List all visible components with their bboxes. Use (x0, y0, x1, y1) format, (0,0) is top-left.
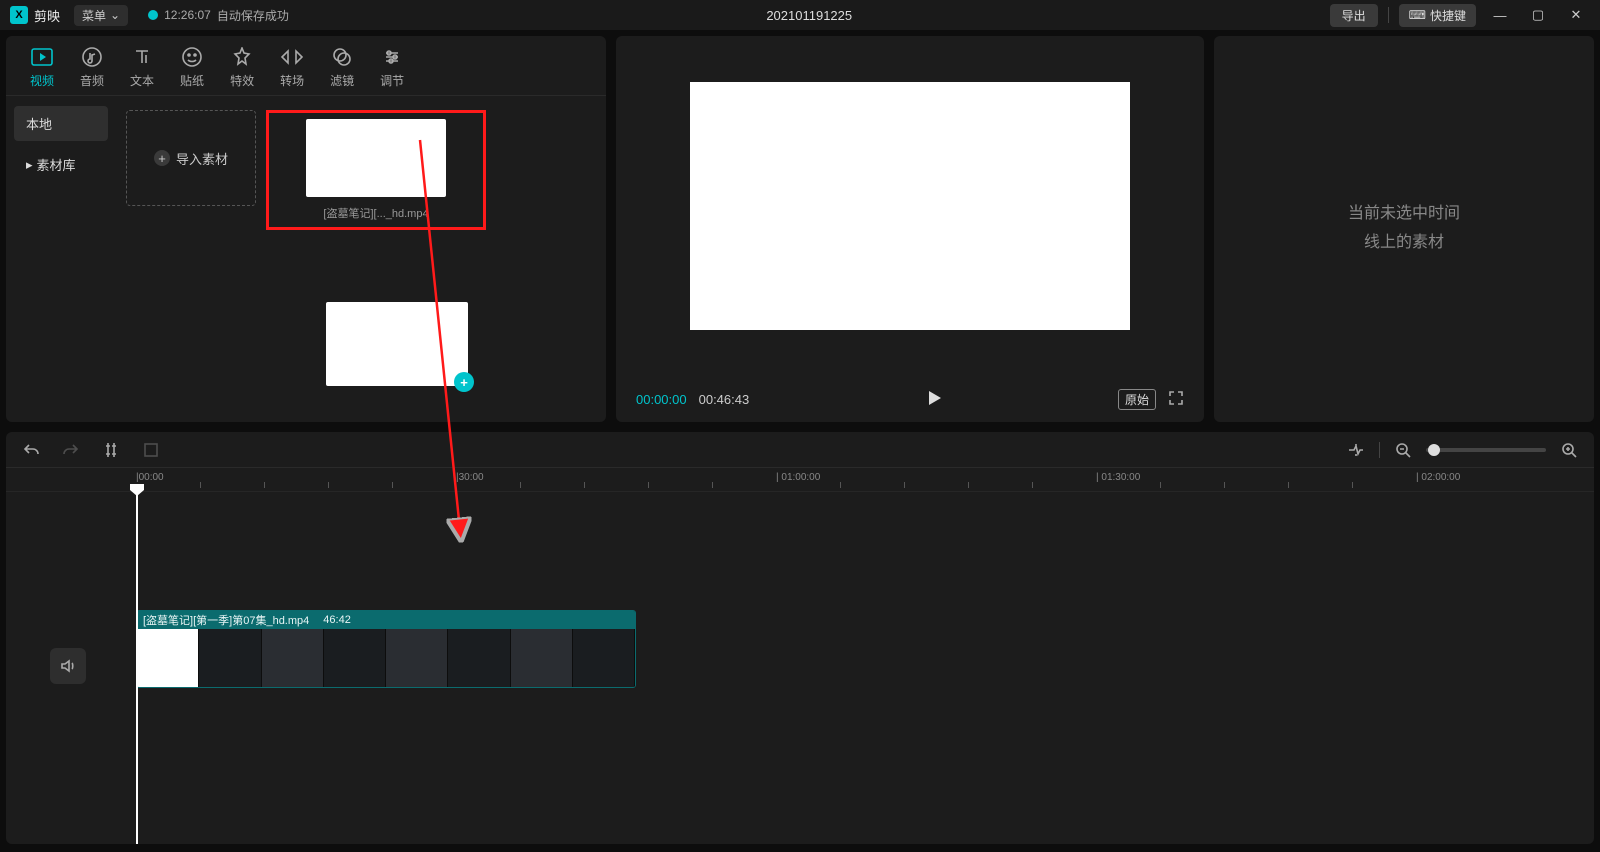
sidebar-library[interactable]: ▸ 素材库 (14, 147, 108, 182)
timeline-clip-header: [盗墓笔记][第一季]第07集_hd.mp4 46:42 (137, 611, 635, 629)
clip-frames (137, 629, 635, 688)
media-panel: 视频 音频 文本 贴纸 特效 转场 (6, 36, 606, 422)
app-name: 剪映 (34, 6, 60, 25)
tab-video[interactable]: 视频 (30, 46, 54, 89)
zoom-slider[interactable] (1426, 448, 1546, 452)
inspector-empty-state: 当前未选中时间 线上的素材 (1214, 36, 1594, 422)
keyboard-icon: ⌨ (1409, 8, 1426, 22)
import-label: 导入素材 (176, 149, 228, 168)
timeline-body[interactable]: [盗墓笔记][第一季]第07集_hd.mp4 46:42 (6, 492, 1594, 844)
blade-tool-button[interactable] (100, 439, 122, 461)
text-icon (131, 46, 153, 68)
video-icon (31, 46, 53, 68)
ruler-mark: | 02:00:00 (1416, 472, 1460, 483)
close-button[interactable]: ✕ (1562, 7, 1590, 23)
clip-thumbnail (306, 119, 446, 197)
playhead[interactable] (136, 492, 138, 844)
chevron-down-icon: ⌄ (110, 8, 120, 22)
tab-text[interactable]: 文本 (130, 46, 154, 89)
clip-duration: 46:42 (323, 614, 351, 626)
add-to-timeline-icon: + (454, 372, 474, 392)
shortcut-label: 快捷键 (1430, 7, 1466, 24)
tab-audio[interactable]: 音频 (80, 46, 104, 89)
track-area[interactable]: [盗墓笔记][第一季]第07集_hd.mp4 46:42 (136, 492, 1584, 844)
snap-toggle[interactable] (1345, 439, 1367, 461)
undo-button[interactable] (20, 439, 42, 461)
menu-label: 菜单 (82, 7, 106, 24)
audio-icon (81, 46, 103, 68)
play-button[interactable] (925, 389, 943, 410)
tab-adjust[interactable]: 调节 (380, 46, 404, 89)
project-title: 202101191225 (289, 8, 1330, 23)
timeline-gutter (6, 492, 136, 844)
time-duration: 00:46:43 (699, 392, 750, 407)
tool-tabs: 视频 音频 文本 贴纸 特效 转场 (6, 36, 606, 96)
timeline-clip[interactable]: [盗墓笔记][第一季]第07集_hd.mp4 46:42 (136, 610, 636, 688)
zoom-out-button[interactable] (1392, 439, 1414, 461)
maximize-button[interactable]: ▢ (1524, 7, 1552, 23)
timeline-ruler[interactable]: |00:00 |30:00 | 01:00:00 | 01:30:00 | 02… (6, 468, 1594, 492)
dragging-clip-ghost[interactable]: + (326, 302, 468, 386)
crop-tool-button[interactable] (140, 439, 162, 461)
preview-viewport (616, 36, 1204, 376)
redo-button[interactable] (60, 439, 82, 461)
zoom-thumb[interactable] (1428, 444, 1440, 456)
autosave-status: 12:26:07 自动保存成功 (148, 7, 289, 24)
filter-icon (331, 46, 353, 68)
effect-icon (231, 46, 253, 68)
clip-filename: [盗墓笔记][第一季]第07集_hd.mp4 (143, 612, 309, 628)
divider (1388, 7, 1389, 23)
chevron-right-icon: ▸ (26, 157, 33, 173)
shortcut-button[interactable]: ⌨ 快捷键 (1399, 4, 1476, 27)
media-grid: + 导入素材 [盗墓笔记][..._hd.mp4 + (116, 96, 606, 422)
titlebar: X 剪映 菜单 ⌄ 12:26:07 自动保存成功 202101191225 导… (0, 0, 1600, 30)
tab-sticker[interactable]: 贴纸 (180, 46, 204, 89)
save-label: 自动保存成功 (217, 7, 289, 24)
ruler-mark: | 01:30:00 (1096, 472, 1140, 483)
menu-dropdown[interactable]: 菜单 ⌄ (74, 5, 128, 26)
tab-transition[interactable]: 转场 (280, 46, 304, 89)
plus-icon: + (154, 150, 170, 166)
mute-track-button[interactable] (50, 648, 86, 684)
transition-icon (281, 46, 303, 68)
upper-panels: 视频 音频 文本 贴纸 特效 转场 (0, 30, 1600, 422)
time-current: 00:00:00 (636, 392, 687, 407)
zoom-in-button[interactable] (1558, 439, 1580, 461)
inspector-panel: 当前未选中时间 线上的素材 (1214, 36, 1594, 422)
timeline-toolbar (6, 432, 1594, 468)
divider (1379, 442, 1380, 458)
export-button[interactable]: 导出 (1330, 4, 1378, 27)
ruler-mark: | 01:00:00 (776, 472, 820, 483)
clip-filename: [盗墓笔记][..._hd.mp4 (323, 205, 428, 221)
preview-panel: 00:00:00 00:46:43 原始 (616, 36, 1204, 422)
media-sidebar: 本地 ▸ 素材库 (6, 96, 116, 422)
save-time: 12:26:07 (164, 8, 211, 22)
ruler-mark: |00:00 (136, 472, 164, 483)
fullscreen-button[interactable] (1168, 390, 1184, 409)
preview-canvas[interactable] (690, 82, 1130, 330)
import-media-button[interactable]: + 导入素材 (126, 110, 256, 206)
media-clip-selected[interactable]: [盗墓笔记][..._hd.mp4 (266, 110, 486, 230)
ruler-mark: |30:00 (456, 472, 484, 483)
adjust-icon (381, 46, 403, 68)
sidebar-local[interactable]: 本地 (14, 106, 108, 141)
timeline-panel: |00:00 |30:00 | 01:00:00 | 01:30:00 | 02… (6, 432, 1594, 844)
save-dot-icon (148, 10, 158, 20)
preview-controls: 00:00:00 00:46:43 原始 (616, 376, 1204, 422)
tab-filter[interactable]: 滤镜 (330, 46, 354, 89)
aspect-ratio-button[interactable]: 原始 (1118, 389, 1156, 410)
sticker-icon (181, 46, 203, 68)
app-logo-icon: X (10, 6, 28, 24)
minimize-button[interactable]: — (1486, 8, 1514, 23)
tab-effect[interactable]: 特效 (230, 46, 254, 89)
